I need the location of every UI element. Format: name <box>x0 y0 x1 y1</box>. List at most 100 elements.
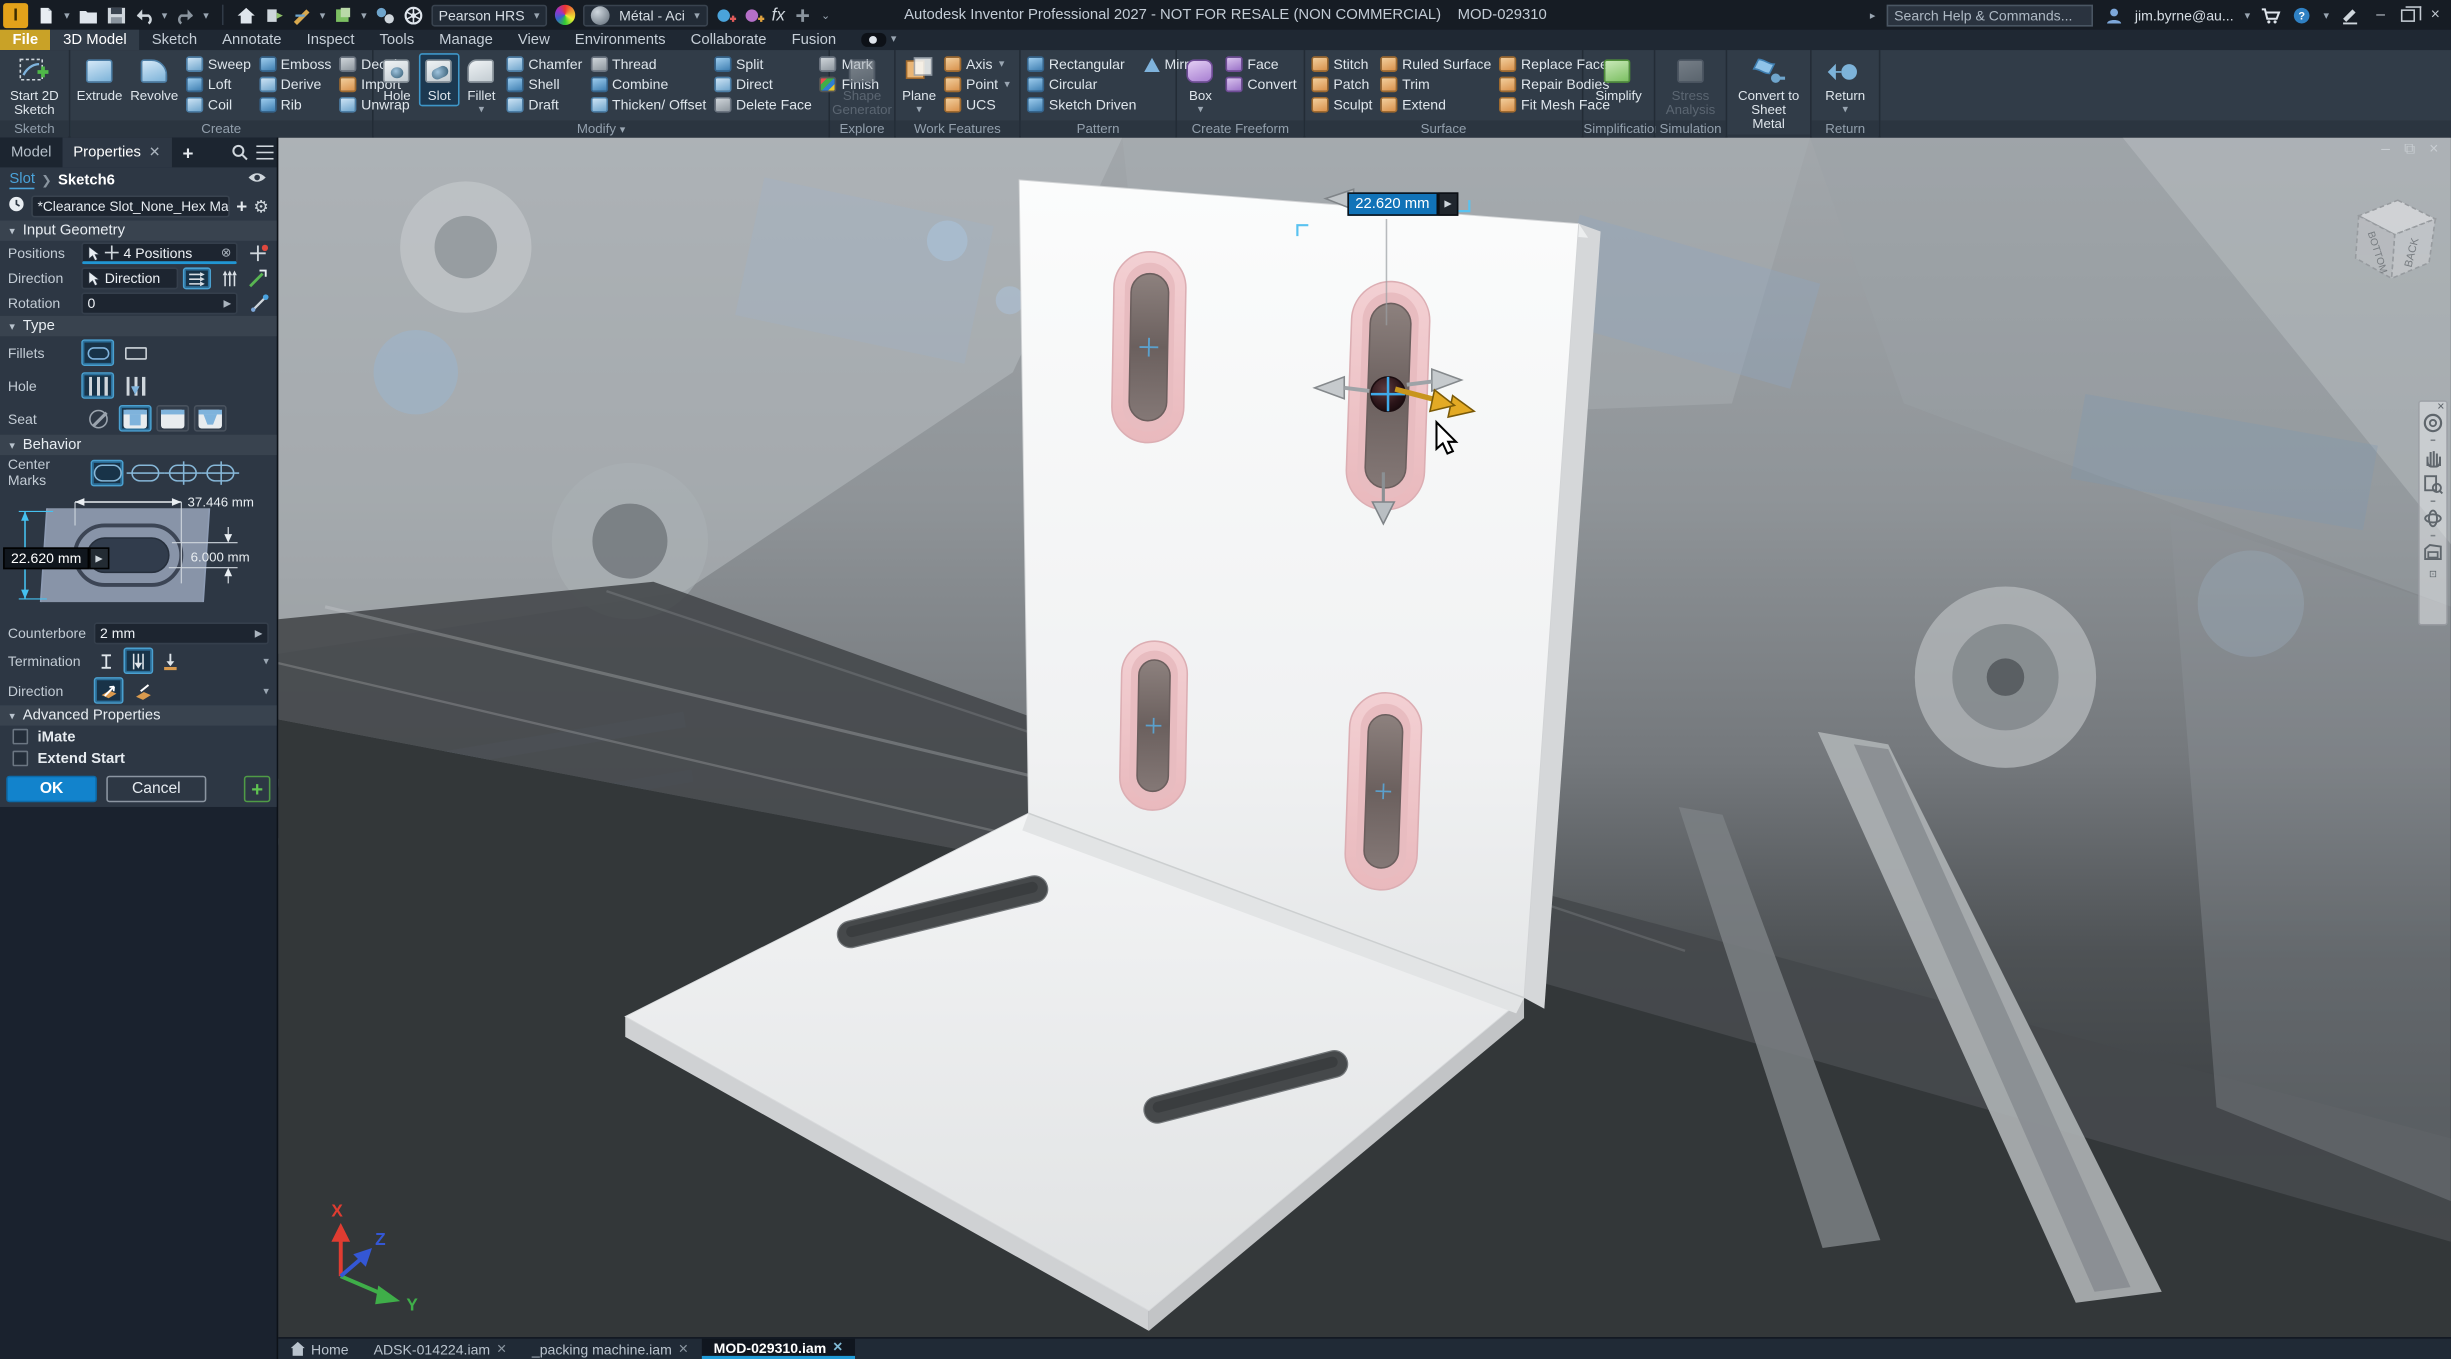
loft-button[interactable]: Loft <box>183 74 254 94</box>
doc-tab-packing-machine[interactable]: _packing machine.iam✕ <box>519 1339 701 1359</box>
chamfer-button[interactable]: Chamfer <box>503 54 585 74</box>
center-mark-cross-option[interactable] <box>166 459 199 486</box>
center-mark-full-option[interactable] <box>203 459 236 486</box>
panel-label-create[interactable]: Create <box>70 120 372 137</box>
dimension-expand-icon[interactable]: ▶ <box>1437 192 1458 215</box>
color-wheel-icon[interactable] <box>555 5 575 25</box>
store-cart-icon[interactable] <box>2261 5 2281 24</box>
tab-sketch[interactable]: Sketch <box>139 30 209 50</box>
section-behavior[interactable]: Behavior <box>0 435 277 455</box>
slot-bottom-right[interactable] <box>1344 692 1423 891</box>
parameters-fx-icon[interactable]: fx <box>772 5 785 24</box>
component-icon[interactable] <box>333 5 353 24</box>
open-icon[interactable] <box>77 5 97 24</box>
plane-button[interactable]: Plane▾ <box>899 52 940 118</box>
panel-label-pattern[interactable]: Pattern <box>1021 120 1176 137</box>
appearance-add-icon[interactable] <box>715 5 735 24</box>
navbar-options-icon[interactable]: ⊡ <box>2429 569 2437 580</box>
ucs-button[interactable]: UCS <box>941 95 1013 115</box>
restore-button[interactable] <box>2401 9 2415 22</box>
cancel-button[interactable]: Cancel <box>106 775 206 802</box>
direction-input[interactable]: Direction <box>81 267 178 289</box>
redo-dropdown-icon[interactable]: ▾ <box>203 9 208 22</box>
visibility-eye-icon[interactable] <box>247 170 267 189</box>
direction-default-option[interactable] <box>94 677 124 704</box>
tab-manage[interactable]: Manage <box>427 30 506 50</box>
tab-inspect[interactable]: Inspect <box>294 30 367 50</box>
slot-width-dimension[interactable]: 22.620 mm ▶ <box>3 547 109 569</box>
adjust-icon[interactable] <box>743 5 763 24</box>
panel-label-modify[interactable]: Modify ▾ <box>374 120 829 137</box>
direction-normal-toggle[interactable] <box>216 267 244 289</box>
shell-button[interactable]: Shell <box>503 74 585 94</box>
circular-pattern-button[interactable]: Circular <box>1024 74 1140 94</box>
panel-label-surface[interactable]: Surface <box>1305 120 1582 137</box>
last-used-clock-icon[interactable] <box>8 195 25 217</box>
ok-button[interactable]: OK <box>6 775 97 802</box>
shape-generator-button[interactable]: Shape Generator <box>832 52 891 120</box>
hole-pilot-option[interactable] <box>119 372 152 399</box>
counterbore-input[interactable]: 2 mm ▶ <box>94 622 269 644</box>
seat-none-option[interactable] <box>81 405 114 432</box>
help-dropdown-icon[interactable]: ▾ <box>2324 9 2329 22</box>
rotation-input[interactable]: 0 ▶ <box>81 292 237 314</box>
orbit-icon[interactable] <box>2423 508 2443 528</box>
freeform-face-button[interactable]: Face <box>1222 54 1299 74</box>
add-dock-tab[interactable]: + <box>172 138 205 168</box>
undo-dropdown-icon[interactable]: ▾ <box>162 9 167 22</box>
sketch-edit-dropdown-icon[interactable]: ▾ <box>320 9 325 22</box>
slot-button[interactable]: Slot <box>419 52 460 105</box>
delete-face-button[interactable]: Delete Face <box>711 95 815 115</box>
center-mark-none-option[interactable] <box>91 459 124 486</box>
sculpt-button[interactable]: Sculpt <box>1308 95 1375 115</box>
close-button[interactable]: × <box>2426 6 2445 23</box>
panel-search-icon[interactable] <box>227 138 252 168</box>
new-file-dropdown-icon[interactable]: ▾ <box>64 9 69 22</box>
extrude-button[interactable]: Extrude <box>73 52 125 105</box>
rectangular-pattern-button[interactable]: Rectangular <box>1024 54 1140 74</box>
save-icon[interactable] <box>106 5 126 24</box>
hole-drilled-option[interactable] <box>81 372 114 399</box>
coil-button[interactable]: Coil <box>183 95 254 115</box>
patch-button[interactable]: Patch <box>1308 74 1375 94</box>
extend-start-checkbox[interactable] <box>13 751 29 767</box>
dim-width-value[interactable]: 22.620 mm <box>3 547 89 569</box>
expand-panel-button[interactable]: + <box>244 775 271 802</box>
direct-button[interactable]: Direct <box>711 74 815 94</box>
termination-through-all-option[interactable] <box>123 647 153 674</box>
rotation-expand-icon[interactable]: ▶ <box>224 297 232 310</box>
slot-top-left[interactable] <box>1111 251 1186 443</box>
doc-minimize-button[interactable]: – <box>2381 141 2390 158</box>
return-button[interactable]: Return▾ <box>1822 52 1868 118</box>
add-toolbar-icon[interactable] <box>793 5 813 24</box>
tab-model[interactable]: Model <box>0 138 62 168</box>
rib-button[interactable]: Rib <box>256 95 335 115</box>
zoom-icon[interactable] <box>2423 474 2443 494</box>
feedback-pencil-icon[interactable] <box>2340 5 2360 24</box>
pan-hand-icon[interactable] <box>2423 447 2443 467</box>
draft-button[interactable]: Draft <box>503 95 585 115</box>
freeform-convert-button[interactable]: Convert <box>1222 74 1299 94</box>
ruled-surface-button[interactable]: Ruled Surface <box>1377 54 1494 74</box>
close-tab-icon[interactable]: ✕ <box>832 1340 842 1354</box>
thicken-offset-button[interactable]: Thicken/ Offset <box>587 95 709 115</box>
undo-icon[interactable] <box>134 5 154 24</box>
direction-along-toggle[interactable] <box>183 267 211 289</box>
doc-restore-button[interactable]: ⧉ <box>2404 141 2415 158</box>
close-tab-icon[interactable]: ✕ <box>678 1342 688 1356</box>
trim-button[interactable]: Trim <box>1377 74 1494 94</box>
convert-to-sheet-metal-button[interactable]: Convert to Sheet Metal <box>1730 52 1807 134</box>
dimension-edit-box[interactable]: 22.620 mm ▶ <box>1347 192 1458 215</box>
search-expand-icon[interactable]: ▸ <box>1870 9 1875 22</box>
tab-environments[interactable]: Environments <box>562 30 678 50</box>
appearance-wheel-icon[interactable] <box>403 5 423 24</box>
stress-analysis-button[interactable]: Stress Analysis <box>1658 52 1722 120</box>
panel-label-create-freeform[interactable]: Create Freeform <box>1177 120 1304 137</box>
project-select[interactable]: Pearson HRS ▾ <box>431 4 548 26</box>
thread-button[interactable]: Thread <box>587 54 709 74</box>
preset-select[interactable]: *Clearance Slot_None_Hex Machine S▾ <box>31 195 230 217</box>
panel-menu-icon[interactable] <box>252 138 277 168</box>
combine-button[interactable]: Combine <box>587 74 709 94</box>
close-tab-icon[interactable]: ✕ <box>496 1342 506 1356</box>
navbar-close-icon[interactable]: ✕ <box>2437 402 2445 413</box>
